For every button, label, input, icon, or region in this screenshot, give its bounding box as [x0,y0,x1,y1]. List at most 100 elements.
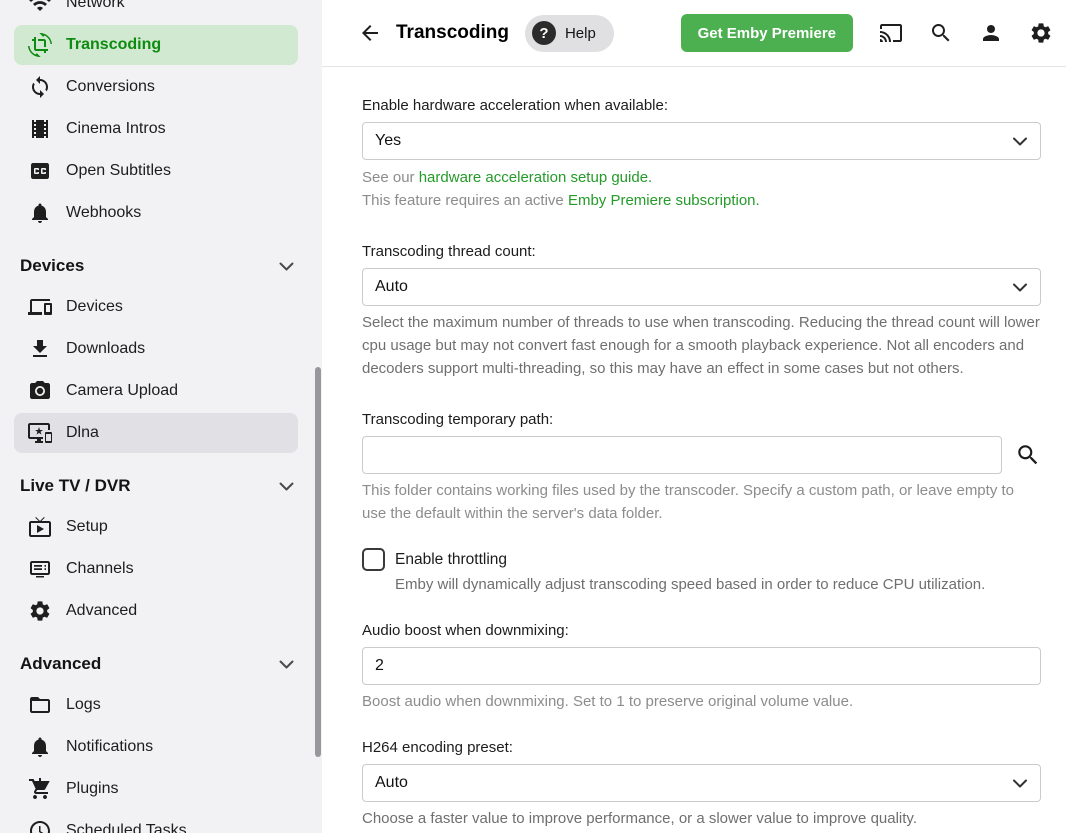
browse-path-button[interactable] [1015,442,1041,468]
sidebar-item-camera-upload[interactable]: Camera Upload [14,371,298,411]
section-header-label: Devices [20,256,279,276]
cart-plus-icon [28,777,52,801]
emby-premiere-subscription-link[interactable]: Emby Premiere subscription [568,192,756,209]
audio-boost-group: Audio boost when downmixing: Boost audio… [362,622,1041,713]
top-bar: Transcoding ? Help Get Emby Premiere [322,0,1066,67]
folder-icon [28,693,52,717]
sidebar-item-setup[interactable]: Setup [14,507,298,547]
camera-icon [28,379,52,403]
sidebar-item-label: Advanced [66,602,137,620]
important-devices-icon [28,421,52,445]
sidebar-nav-list: Network Transcoding Conversions Cinema I… [0,0,322,833]
sidebar-item-network[interactable]: Network [14,0,298,23]
thread-count-label: Transcoding thread count: [362,243,1041,260]
thread-count-selected-value: Auto [375,278,408,296]
chevron-down-icon [279,660,294,669]
h264-preset-group: H264 encoding preset: Auto Choose a fast… [362,739,1041,830]
hw-accel-selected-value: Yes [375,132,401,150]
clock-icon [28,819,52,833]
section-header-label: Advanced [20,654,279,674]
enable-throttling-checkbox[interactable] [362,548,385,571]
sidebar-item-label: Notifications [66,738,153,756]
gear-icon[interactable] [1029,21,1053,45]
search-icon[interactable] [929,21,953,45]
thread-count-select[interactable]: Auto [362,268,1041,306]
chevron-down-icon [1013,283,1027,292]
sidebar-section-live-tv-dvr[interactable]: Live TV / DVR [0,465,322,507]
hardware-acceleration-guide-link[interactable]: hardware acceleration setup guide [419,169,648,186]
throttling-description: Emby will dynamically adjust transcoding… [395,573,1041,596]
throttling-check-row: Enable throttling [362,548,1041,571]
sidebar-item-label: Conversions [66,78,155,96]
h264-preset-selected-value: Auto [375,774,408,792]
sidebar-item-devices[interactable]: Devices [14,287,298,327]
h264-preset-select[interactable]: Auto [362,764,1041,802]
sidebar-section-advanced[interactable]: Advanced [0,643,322,685]
sidebar-item-logs[interactable]: Logs [14,685,298,725]
sidebar-item-label: Transcoding [66,36,161,54]
live-tv-icon [28,515,52,539]
temp-path-group: Transcoding temporary path: This folder … [362,411,1041,525]
sidebar-item-open-subtitles[interactable]: Open Subtitles [14,151,298,191]
page-title: Transcoding [396,22,509,44]
main-area: Transcoding ? Help Get Emby Premiere Ena… [322,0,1066,833]
help-button[interactable]: ? Help [525,15,614,52]
sidebar-item-label: Scheduled Tasks [66,822,187,833]
sync-icon [28,75,52,99]
download-icon [28,337,52,361]
chevron-down-icon [279,482,294,491]
sidebar-item-plugins[interactable]: Plugins [14,769,298,809]
sidebar-item-label: Channels [66,560,134,578]
sidebar-item-label: Cinema Intros [66,120,166,138]
film-icon [28,117,52,141]
sidebar-item-label: Plugins [66,780,118,798]
sidebar-item-conversions[interactable]: Conversions [14,67,298,107]
audio-boost-description: Boost audio when downmixing. Set to 1 to… [362,690,1041,713]
help-circle-icon: ? [532,21,556,45]
sidebar-item-webhooks[interactable]: Webhooks [14,193,298,233]
crop-rotate-icon [28,33,52,57]
sidebar-item-downloads[interactable]: Downloads [14,329,298,369]
sidebar-item-transcoding[interactable]: Transcoding [14,25,298,65]
enable-throttling-label: Enable throttling [395,551,507,569]
chevron-down-icon [279,262,294,271]
sidebar: Network Transcoding Conversions Cinema I… [0,0,322,833]
search-icon [1015,442,1041,468]
wifi-icon [28,0,52,15]
thread-count-group: Transcoding thread count: Auto Select th… [362,243,1041,380]
sidebar-item-label: Dlna [66,424,99,442]
hw-accel-group: Enable hardware acceleration when availa… [362,97,1041,212]
temp-path-label: Transcoding temporary path: [362,411,1041,428]
person-icon[interactable] [979,21,1003,45]
sidebar-item-notifications[interactable]: Notifications [14,727,298,767]
sidebar-item-live-advanced[interactable]: Advanced [14,591,298,631]
sidebar-section-devices[interactable]: Devices [0,245,322,287]
h264-preset-label: H264 encoding preset: [362,739,1041,756]
sidebar-item-dlna[interactable]: Dlna [14,413,298,453]
sidebar-item-cinema-intros[interactable]: Cinema Intros [14,109,298,149]
throttling-group: Enable throttling Emby will dynamically … [362,548,1041,596]
sidebar-item-scheduled-tasks[interactable]: Scheduled Tasks [14,811,298,833]
get-emby-premiere-button[interactable]: Get Emby Premiere [681,14,853,52]
devices-icon [28,295,52,319]
help-text: . [756,192,760,209]
sidebar-item-label: Camera Upload [66,382,178,400]
sidebar-scrollbar[interactable] [315,367,321,757]
sidebar-item-label: Downloads [66,340,145,358]
help-text: . [648,169,652,186]
back-button[interactable] [358,21,382,45]
audio-boost-input[interactable] [362,647,1041,685]
hw-accel-select[interactable]: Yes [362,122,1041,160]
sidebar-item-label: Devices [66,298,123,316]
cast-icon[interactable] [879,21,903,45]
sidebar-item-channels[interactable]: Channels [14,549,298,589]
sidebar-item-label: Open Subtitles [66,162,171,180]
temp-path-input[interactable] [362,436,1002,474]
hw-accel-help-line-1: See our hardware acceleration setup guid… [362,166,1041,189]
audio-boost-label: Audio boost when downmixing: [362,622,1041,639]
chevron-down-icon [1013,137,1027,146]
sidebar-item-label: Network [66,0,125,12]
bell-icon [28,201,52,225]
hw-accel-label: Enable hardware acceleration when availa… [362,97,1041,114]
section-header-label: Live TV / DVR [20,476,279,496]
